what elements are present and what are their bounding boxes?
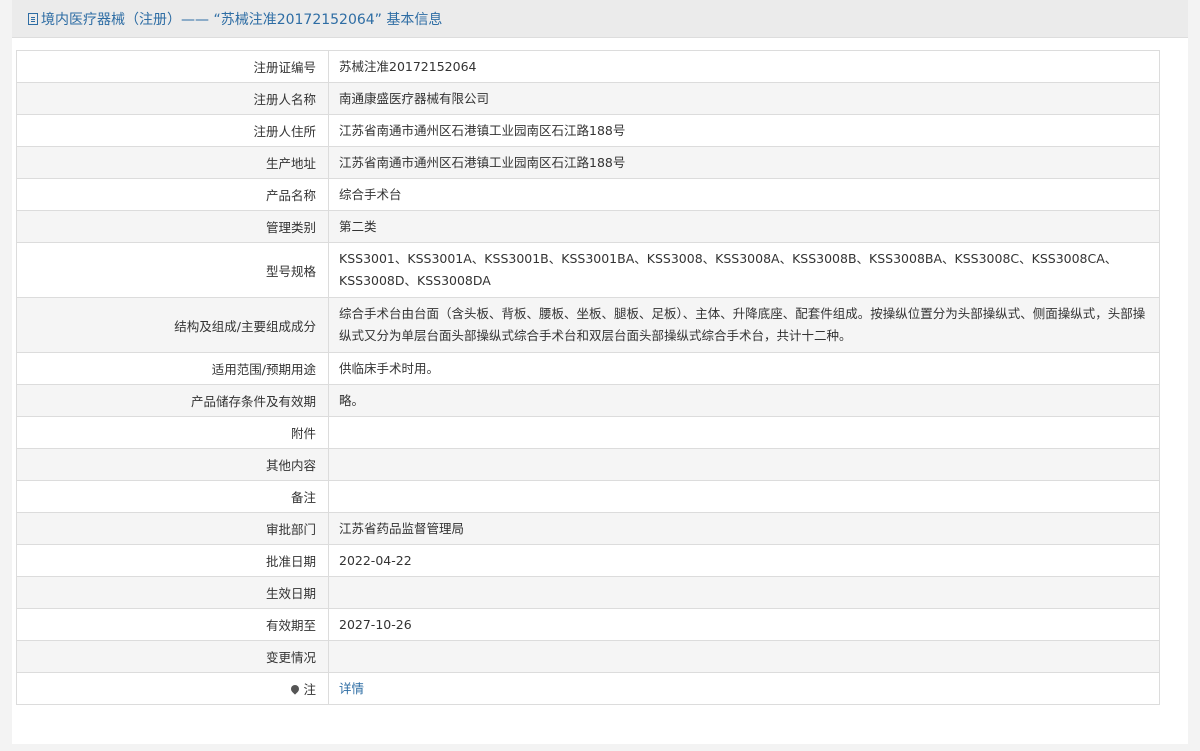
table-row: 产品储存条件及有效期 略。 — [16, 384, 1160, 417]
table-row: 生产地址 江苏省南通市通州区石港镇工业园南区石江路188号 — [16, 146, 1160, 179]
row-value — [328, 480, 1160, 513]
row-value: 第二类 — [328, 210, 1160, 243]
row-value: 2027-10-26 — [328, 608, 1160, 641]
row-label: 批准日期 — [16, 544, 329, 577]
row-label: 管理类别 — [16, 210, 329, 243]
row-label: 适用范围/预期用途 — [16, 352, 329, 385]
row-label: 变更情况 — [16, 640, 329, 673]
row-value: 综合手术台 — [328, 178, 1160, 211]
table-row: 注册人名称 南通康盛医疗器械有限公司 — [16, 82, 1160, 115]
row-label: 注册证编号 — [16, 50, 329, 83]
row-value: 2022-04-22 — [328, 544, 1160, 577]
table-row: 注册人住所 江苏省南通市通州区石港镇工业园南区石江路188号 — [16, 114, 1160, 147]
info-table: 注册证编号 苏械注准20172152064 注册人名称 南通康盛医疗器械有限公司… — [16, 50, 1160, 705]
row-label: 审批部门 — [16, 512, 329, 545]
table-row: 结构及组成/主要组成成分 综合手术台由台面（含头板、背板、腰板、坐板、腿板、足板… — [16, 297, 1160, 353]
row-value: 江苏省南通市通州区石港镇工业园南区石江路188号 — [328, 114, 1160, 147]
table-row: 型号规格 KSS3001、KSS3001A、KSS3001B、KSS3001BA… — [16, 242, 1160, 298]
table-row: 适用范围/预期用途 供临床手术时用。 — [16, 352, 1160, 385]
pin-icon — [289, 683, 302, 695]
table-row: 备注 — [16, 480, 1160, 513]
row-value: 苏械注准20172152064 — [328, 50, 1160, 83]
row-label: 生产地址 — [16, 146, 329, 179]
note-value-cell: 详情 — [328, 672, 1160, 705]
row-label: 结构及组成/主要组成成分 — [16, 297, 329, 353]
table-row-note: 注 详情 — [16, 672, 1160, 705]
row-value: 南通康盛医疗器械有限公司 — [328, 82, 1160, 115]
page-title: 境内医疗器械（注册）—— “苏械注准20172152064” 基本信息 — [41, 11, 443, 28]
row-value: 综合手术台由台面（含头板、背板、腰板、坐板、腿板、足板）、主体、升降底座、配套件… — [328, 297, 1160, 353]
row-value: 供临床手术时用。 — [328, 352, 1160, 385]
table-row: 生效日期 — [16, 576, 1160, 609]
row-label: 生效日期 — [16, 576, 329, 609]
row-value: 江苏省药品监督管理局 — [328, 512, 1160, 545]
page-title-bar: 境内医疗器械（注册）—— “苏械注准20172152064” 基本信息 — [12, 0, 1188, 38]
row-label: 有效期至 — [16, 608, 329, 641]
row-label: 注册人住所 — [16, 114, 329, 147]
row-label: 型号规格 — [16, 242, 329, 298]
row-label: 备注 — [16, 480, 329, 513]
row-label: 产品名称 — [16, 178, 329, 211]
table-row: 变更情况 — [16, 640, 1160, 673]
row-label: 其他内容 — [16, 448, 329, 481]
row-value: 略。 — [328, 384, 1160, 417]
row-value — [328, 640, 1160, 673]
row-value: KSS3001、KSS3001A、KSS3001B、KSS3001BA、KSS3… — [328, 242, 1160, 298]
table-row: 审批部门 江苏省药品监督管理局 — [16, 512, 1160, 545]
table-row: 注册证编号 苏械注准20172152064 — [16, 50, 1160, 83]
row-value — [328, 416, 1160, 449]
row-value — [328, 576, 1160, 609]
table-row: 有效期至 2027-10-26 — [16, 608, 1160, 641]
row-value: 江苏省南通市通州区石港镇工业园南区石江路188号 — [328, 146, 1160, 179]
row-label: 注册人名称 — [16, 82, 329, 115]
note-label-cell: 注 — [16, 672, 329, 705]
note-label: 注 — [303, 682, 316, 697]
table-row: 其他内容 — [16, 448, 1160, 481]
table-row: 产品名称 综合手术台 — [16, 178, 1160, 211]
table-row: 管理类别 第二类 — [16, 210, 1160, 243]
document-icon — [28, 12, 38, 25]
table-row: 附件 — [16, 416, 1160, 449]
row-label: 产品储存条件及有效期 — [16, 384, 329, 417]
table-row: 批准日期 2022-04-22 — [16, 544, 1160, 577]
row-value — [328, 448, 1160, 481]
details-link[interactable]: 详情 — [339, 681, 364, 696]
row-label: 附件 — [16, 416, 329, 449]
